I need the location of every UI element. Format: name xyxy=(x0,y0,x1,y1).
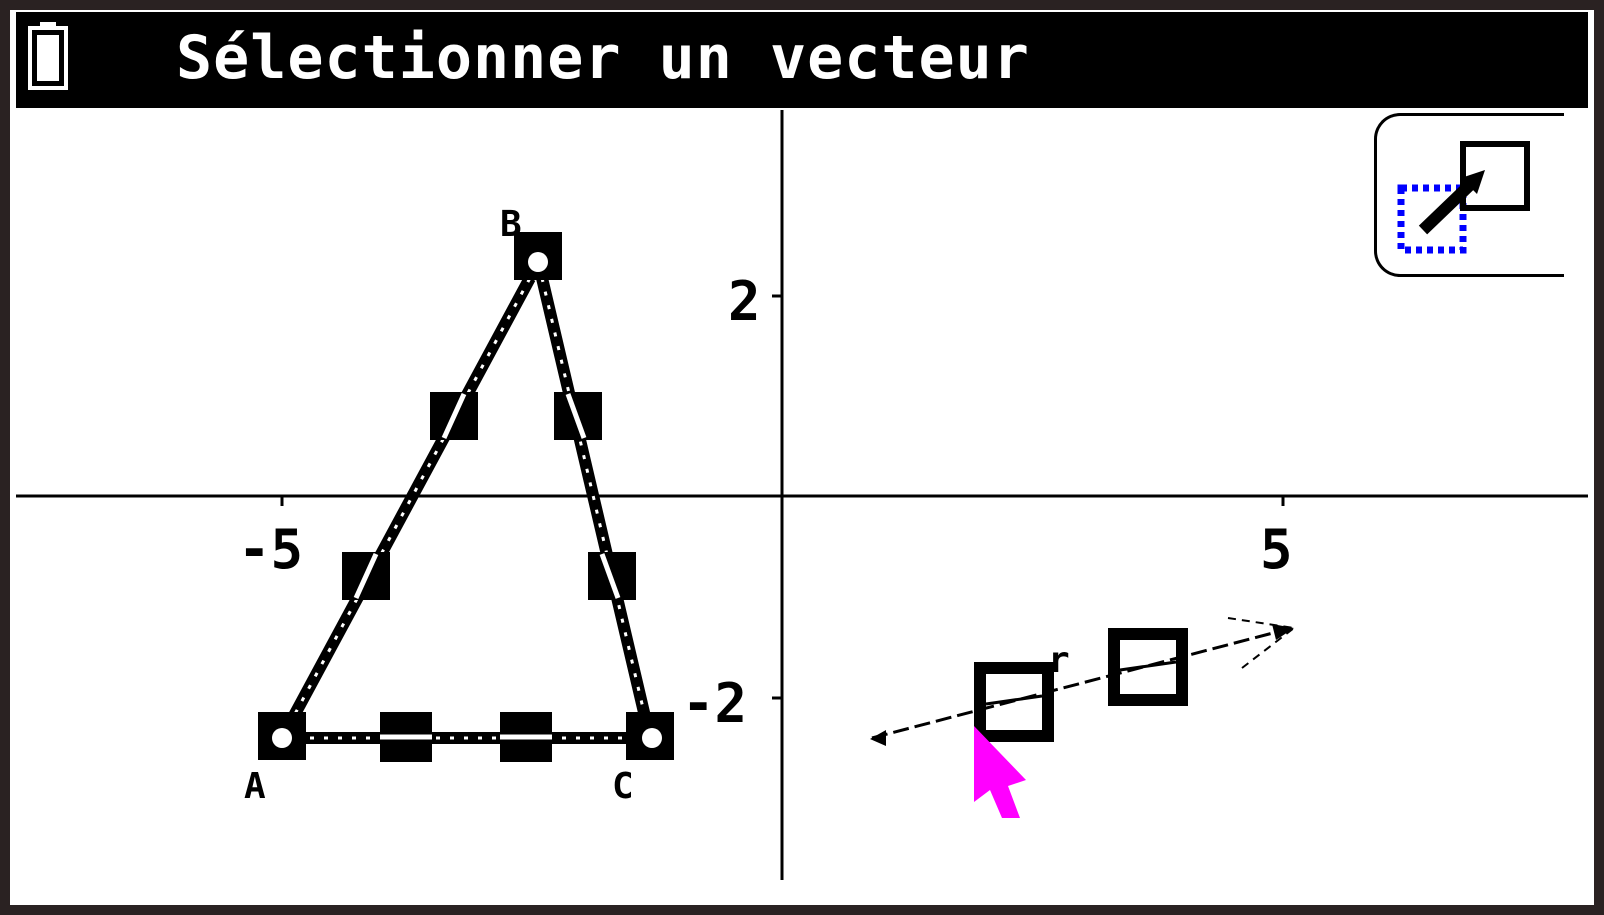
vector-r-label: r xyxy=(1048,640,1070,681)
segment-ab[interactable] xyxy=(276,275,536,741)
vector-r-arrowhead xyxy=(1272,624,1294,640)
y-tick-label-neg2: -2 xyxy=(682,672,747,735)
point-c-label: C xyxy=(612,766,634,807)
point-b-label: B xyxy=(500,204,522,245)
geometry-canvas[interactable]: -5 5 2 -2 A B C r xyxy=(10,10,1594,905)
title-bar: Sélectionner un vecteur xyxy=(16,12,1588,108)
select-move-button[interactable] xyxy=(1374,113,1564,277)
triangle-abc[interactable]: A B C xyxy=(244,204,674,807)
calculator-screen: -5 5 2 -2 A B C r Sélectionner un vecteu… xyxy=(10,10,1594,905)
y-tick-label-2: 2 xyxy=(728,270,761,333)
select-move-icon xyxy=(1397,141,1530,254)
vector-r-line[interactable] xyxy=(871,626,1293,740)
x-tick-label-5: 5 xyxy=(1260,518,1293,581)
x-tick-label-neg5: -5 xyxy=(238,518,303,581)
point-a-label: A xyxy=(244,766,266,807)
title-text: Sélectionner un vecteur xyxy=(176,23,1030,93)
vector-r-start-arrow xyxy=(870,730,886,746)
battery-icon xyxy=(28,22,68,90)
vector-r[interactable]: r xyxy=(870,617,1295,746)
